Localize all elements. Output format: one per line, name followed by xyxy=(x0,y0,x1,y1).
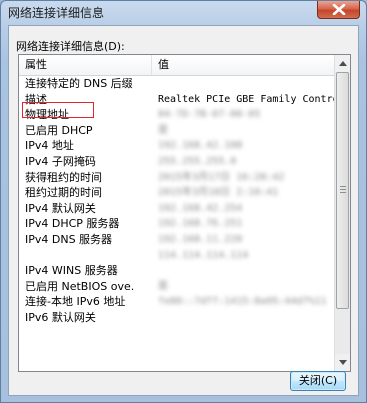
property-cell: IPv4 子网掩码 xyxy=(25,154,96,168)
scroll-grip-line xyxy=(340,186,346,187)
list-item[interactable]: 获得租约的时间 2015年3月17日 16:28:42 xyxy=(19,170,335,186)
property-cell: 连接-本地 IPv6 地址 xyxy=(25,295,126,309)
value-cell: 04-7D-7B-07-00-05 xyxy=(158,109,261,121)
close-button[interactable]: 关闭(C) xyxy=(290,371,346,391)
title-bar[interactable]: 网络连接详细信息 xyxy=(1,1,366,23)
arrow-down-icon xyxy=(339,360,347,365)
scroll-thumb[interactable] xyxy=(336,72,349,309)
scroll-down-button[interactable] xyxy=(335,354,350,371)
column-header-property[interactable]: 属性 xyxy=(19,55,152,75)
value-cell: 192.168.42.108 xyxy=(158,140,243,152)
list-item[interactable]: 租约过期的时间 2015年3月18日 2:10:41 xyxy=(19,185,335,201)
property-cell: IPv4 WINS 服务器 xyxy=(25,264,118,278)
property-cell: 获得租约的时间 xyxy=(25,170,102,184)
list-item[interactable]: IPv4 地址 192.168.42.108 xyxy=(19,138,335,154)
list-header: 属性 值 xyxy=(19,55,335,76)
value-cell: 2015年3月18日 2:10:41 xyxy=(158,187,279,199)
property-cell: IPv4 DHCP 服务器 xyxy=(25,217,120,231)
list-item[interactable]: 已启用 NetBIOS ove. 是 xyxy=(19,279,335,295)
list-item[interactable]: IPv4 WINS 服务器 xyxy=(19,263,335,279)
list-item[interactable]: 连接特定的 DNS 后缀 xyxy=(19,76,335,92)
scroll-grip-line xyxy=(340,189,346,190)
value-cell: 192.168.76.251 xyxy=(158,218,243,230)
network-connection-details-window: 网络连接详细信息 网络连接详细信息(D): 属性 值 连接特定的 DNS 后缀描… xyxy=(0,0,367,403)
list-item[interactable]: IPv4 DHCP 服务器 192.168.76.251 xyxy=(19,216,335,232)
arrow-up-icon xyxy=(339,61,347,66)
highlight-annotation-box xyxy=(22,102,94,118)
value-cell: 2015年3月17日 16:28:42 xyxy=(158,171,285,183)
scroll-up-button[interactable] xyxy=(335,55,350,72)
list-item[interactable]: IPv6 默认网关 xyxy=(19,310,335,326)
value-cell: Realtek PCIe GBE Family Controller xyxy=(158,93,335,105)
property-cell: IPv4 DNS 服务器 xyxy=(25,232,113,246)
details-list-label: 网络连接详细信息(D): xyxy=(16,40,125,53)
value-cell: 192.168.42.254 xyxy=(158,202,243,214)
window-title: 网络连接详细信息 xyxy=(8,6,105,20)
dialog-client-area: 网络连接详细信息(D): 属性 值 连接特定的 DNS 后缀 描述 Realtek … xyxy=(8,25,359,396)
scroll-grip-line xyxy=(340,192,346,193)
property-cell: IPv4 地址 xyxy=(25,139,74,153)
property-cell: 已启用 NetBIOS ove. xyxy=(25,279,135,293)
list-item[interactable]: 连接-本地 IPv6 地址 fe80::7dff:1415:8a95:44d7%1… xyxy=(19,294,335,310)
value-cell: 是 xyxy=(158,280,168,292)
property-cell: IPv6 默认网关 xyxy=(25,310,96,324)
close-x-icon xyxy=(332,4,346,15)
details-list[interactable]: 属性 值 连接特定的 DNS 后缀 描述 Realtek PCIe GBE Fami… xyxy=(18,54,351,372)
list-item[interactable]: 114.114.114.114 xyxy=(19,248,335,264)
list-item[interactable]: IPv4 子网掩码 255.255.255.0 xyxy=(19,154,335,170)
list-item[interactable]: 已启用 DHCP 是 xyxy=(19,123,335,139)
value-cell: 255.255.255.0 xyxy=(158,155,237,167)
property-cell: IPv4 默认网关 xyxy=(25,201,96,215)
value-cell: 192.168.11.220 xyxy=(158,233,243,245)
property-cell: 连接特定的 DNS 后缀 xyxy=(25,77,133,90)
window-close-button[interactable] xyxy=(317,1,360,19)
list-item[interactable]: IPv4 DNS 服务器 192.168.11.220 xyxy=(19,232,335,248)
property-cell: 已启用 DHCP xyxy=(25,123,93,137)
value-cell: 是 xyxy=(158,124,168,136)
value-cell: 114.114.114.114 xyxy=(158,249,249,261)
vertical-scrollbar[interactable] xyxy=(334,55,350,371)
list-item[interactable]: IPv4 默认网关 192.168.42.254 xyxy=(19,201,335,217)
property-cell: 租约过期的时间 xyxy=(25,186,102,200)
column-header-value[interactable]: 值 xyxy=(152,55,335,75)
value-cell: fe80::7dff:1415:8a95:44d7%11 xyxy=(158,296,327,308)
